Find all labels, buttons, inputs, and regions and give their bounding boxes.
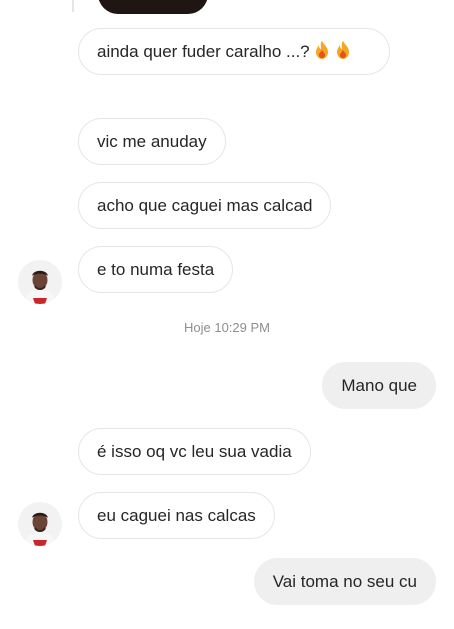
message-text: acho que caguei mas calcad	[97, 196, 313, 215]
message-bubble-incoming[interactable]: e to numa festa	[78, 246, 234, 293]
fire-icon	[316, 41, 329, 59]
message-text: é isso oq vc leu sua vadia	[97, 442, 292, 461]
message-text: ainda quer fuder caralho ...?	[97, 42, 310, 61]
thread-divider	[72, 0, 74, 12]
message-bubble-outgoing[interactable]: Mano que	[322, 362, 436, 409]
message-bubble-incoming[interactable]: eu caguei nas calcas	[78, 492, 275, 539]
message-text: e to numa festa	[97, 260, 215, 279]
message-text: Mano que	[341, 376, 417, 395]
message-text: Vai toma no seu cu	[272, 572, 417, 591]
chat-thread: ainda quer fuder caralho ...? vic me anu…	[0, 0, 454, 629]
person-avatar-image	[18, 502, 62, 546]
fire-icon	[337, 41, 350, 59]
message-bubble-outgoing[interactable]: Vai toma no seu cu	[253, 558, 436, 605]
message-bubble-incoming[interactable]: vic me anuday	[78, 118, 226, 165]
message-bubble-incoming[interactable]: ainda quer fuder caralho ...?	[78, 28, 390, 75]
sender-avatar[interactable]	[18, 502, 62, 546]
message-bubble-incoming[interactable]: acho que caguei mas calcad	[78, 182, 332, 229]
previous-media-message[interactable]	[98, 0, 208, 14]
message-timestamp: Hoje 10:29 PM	[184, 320, 270, 335]
sender-avatar[interactable]	[18, 260, 62, 304]
message-text: eu caguei nas calcas	[97, 506, 256, 525]
message-text: vic me anuday	[97, 132, 207, 151]
person-avatar-image	[18, 260, 62, 304]
message-bubble-incoming[interactable]: é isso oq vc leu sua vadia	[78, 428, 311, 475]
